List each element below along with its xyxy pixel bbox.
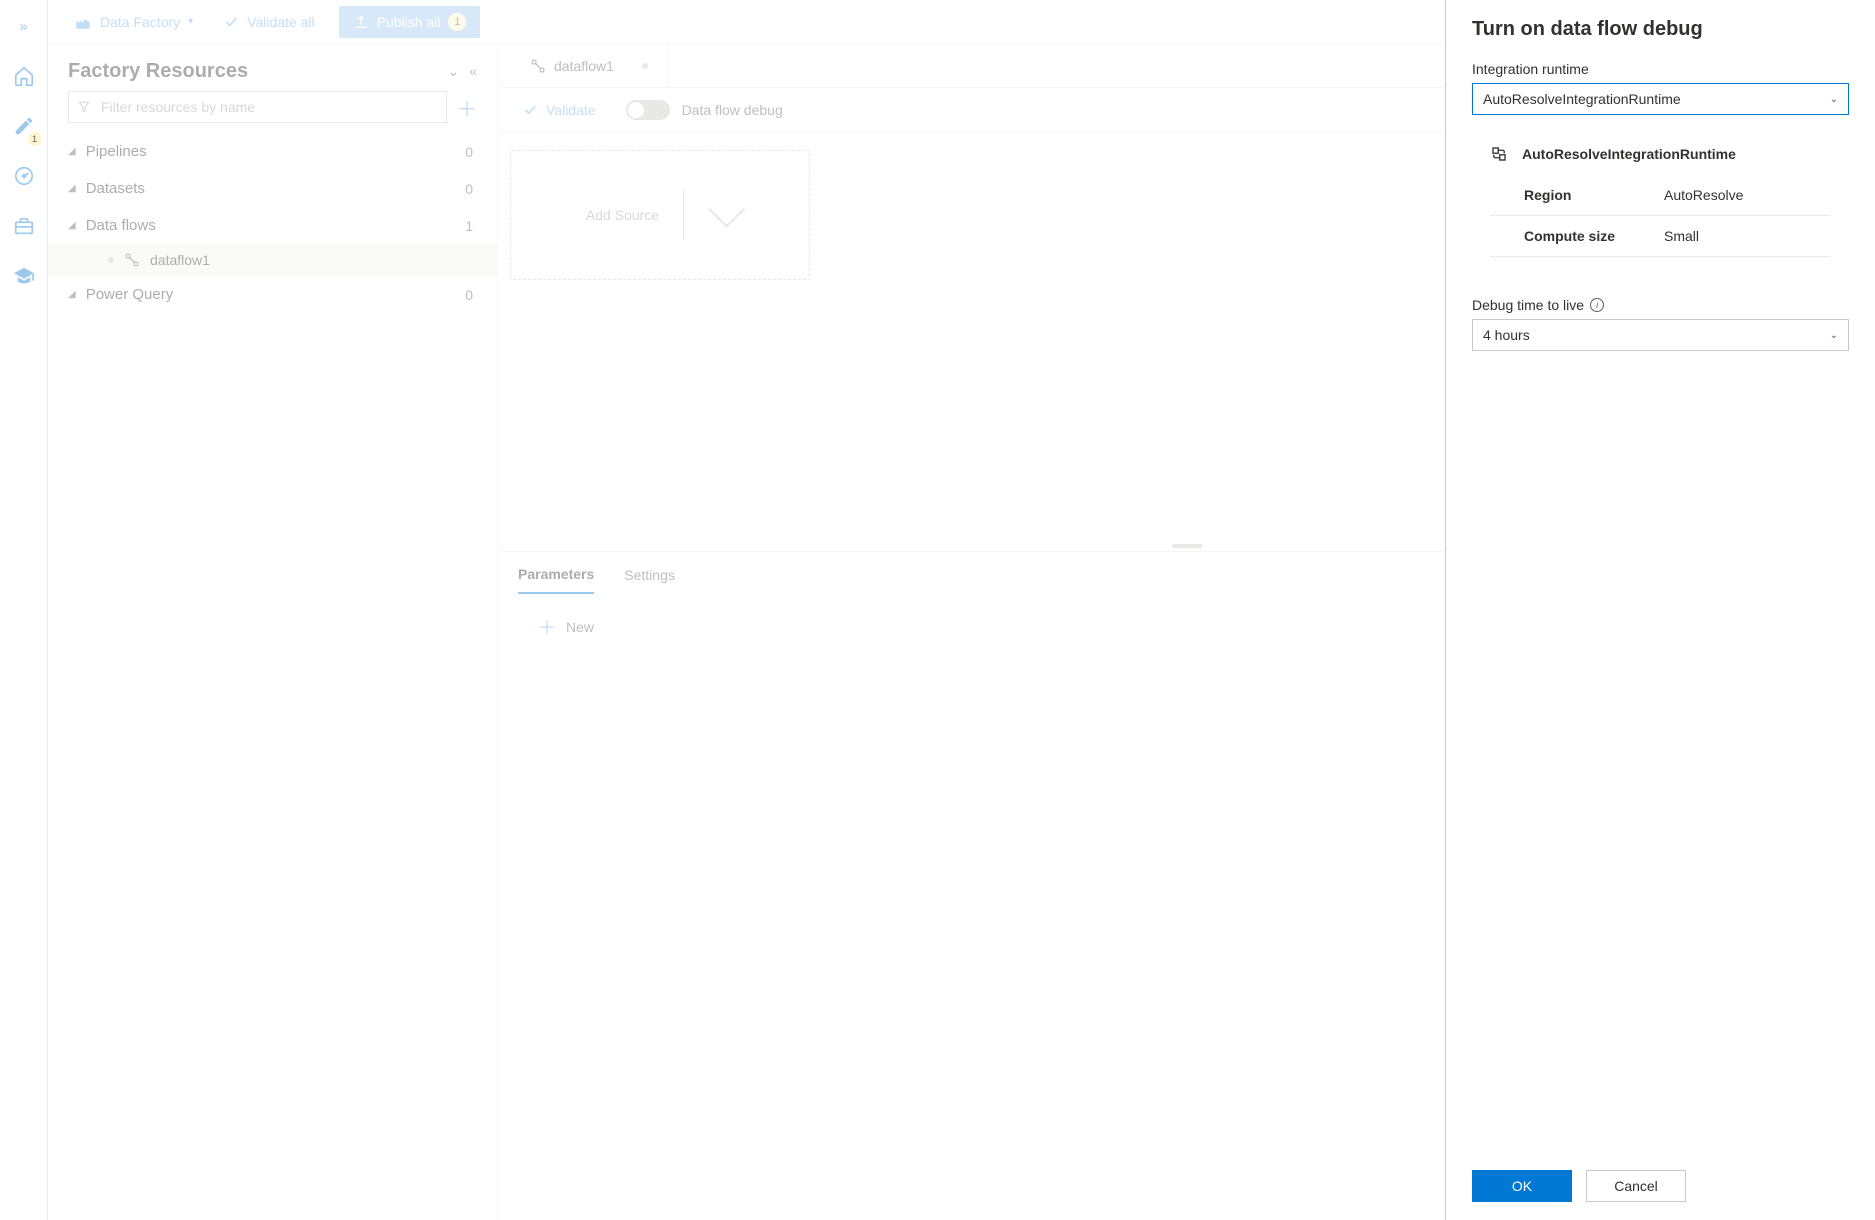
graduation-cap-icon: [13, 265, 35, 287]
home-icon: [13, 65, 35, 87]
ir-compute-row: Compute size Small: [1490, 216, 1831, 257]
ir-region-row: Region AutoResolve: [1490, 175, 1831, 216]
debug-side-panel: Turn on data flow debug Integration runt…: [1445, 0, 1875, 1220]
cancel-button[interactable]: Cancel: [1586, 1170, 1686, 1202]
integration-runtime-icon: [1490, 145, 1508, 163]
home-button[interactable]: [8, 60, 40, 92]
compute-value: Small: [1664, 228, 1699, 244]
manage-button[interactable]: [8, 210, 40, 242]
debug-ttl-label-text: Debug time to live: [1472, 297, 1584, 313]
chevron-down-icon: ⌄: [1830, 94, 1838, 105]
author-badge: 1: [28, 132, 42, 146]
chevron-right-double-icon: »: [20, 18, 28, 34]
integration-runtime-select[interactable]: AutoResolveIntegrationRuntime ⌄: [1472, 83, 1849, 115]
expand-rail-button[interactable]: »: [8, 10, 40, 42]
debug-ttl-label: Debug time to live i: [1472, 297, 1849, 313]
chevron-down-icon: ⌄: [1830, 330, 1838, 341]
author-button[interactable]: 1: [8, 110, 40, 142]
region-value: AutoResolve: [1664, 187, 1743, 203]
compute-label: Compute size: [1524, 228, 1634, 244]
gauge-icon: [13, 165, 35, 187]
integration-runtime-label: Integration runtime: [1472, 61, 1849, 77]
learn-button[interactable]: [8, 260, 40, 292]
ok-button[interactable]: OK: [1472, 1170, 1572, 1202]
left-icon-rail: » 1: [0, 0, 48, 1220]
panel-title: Turn on data flow debug: [1472, 18, 1849, 41]
ir-detail-name: AutoResolveIntegrationRuntime: [1522, 146, 1736, 162]
debug-ttl-select[interactable]: 4 hours ⌄: [1472, 319, 1849, 351]
integration-runtime-value: AutoResolveIntegrationRuntime: [1483, 91, 1681, 107]
info-icon[interactable]: i: [1590, 298, 1604, 312]
debug-ttl-value: 4 hours: [1483, 327, 1530, 343]
ir-detail-block: AutoResolveIntegrationRuntime Region Aut…: [1490, 145, 1831, 257]
monitor-button[interactable]: [8, 160, 40, 192]
toolbox-icon: [13, 215, 35, 237]
region-label: Region: [1524, 187, 1634, 203]
